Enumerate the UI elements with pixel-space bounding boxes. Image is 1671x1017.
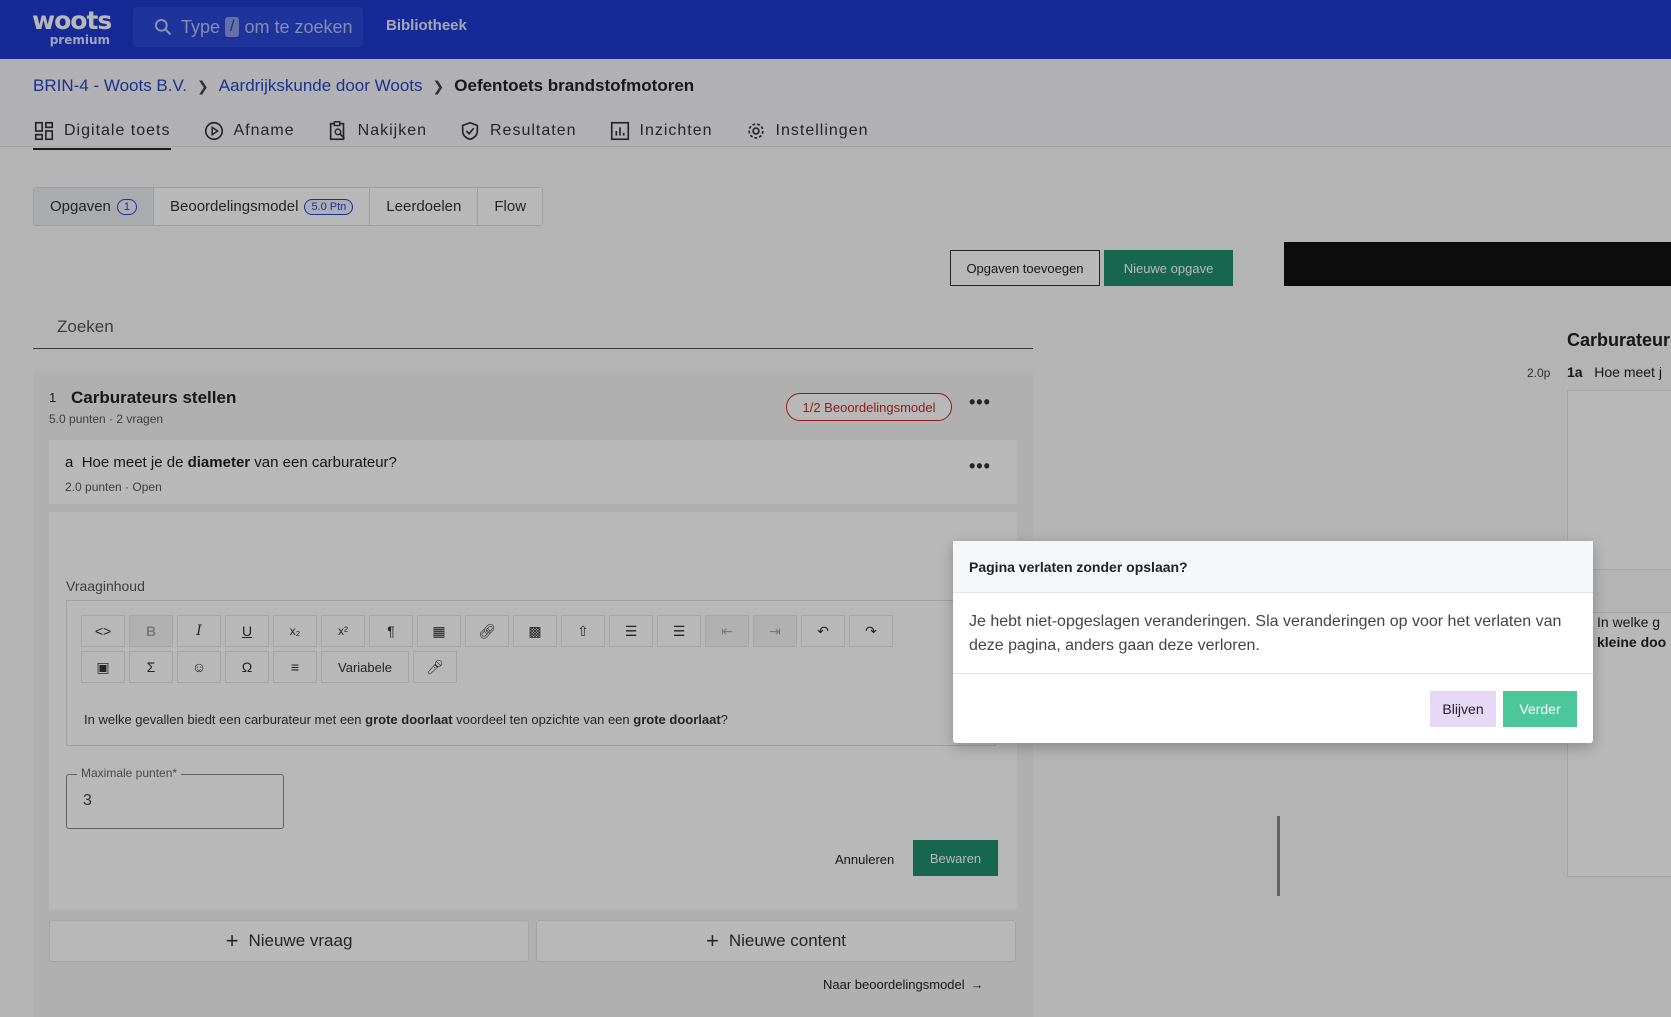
unsaved-changes-dialog: Pagina verlaten zonder opslaan? Je hebt … [953, 541, 1593, 743]
continue-button[interactable]: Verder [1503, 691, 1577, 727]
stay-button[interactable]: Blijven [1430, 691, 1496, 727]
modal-backdrop[interactable] [0, 0, 1671, 1017]
dialog-body: Je hebt niet-opgeslagen veranderingen. S… [953, 593, 1593, 674]
dialog-title: Pagina verlaten zonder opslaan? [953, 541, 1593, 593]
